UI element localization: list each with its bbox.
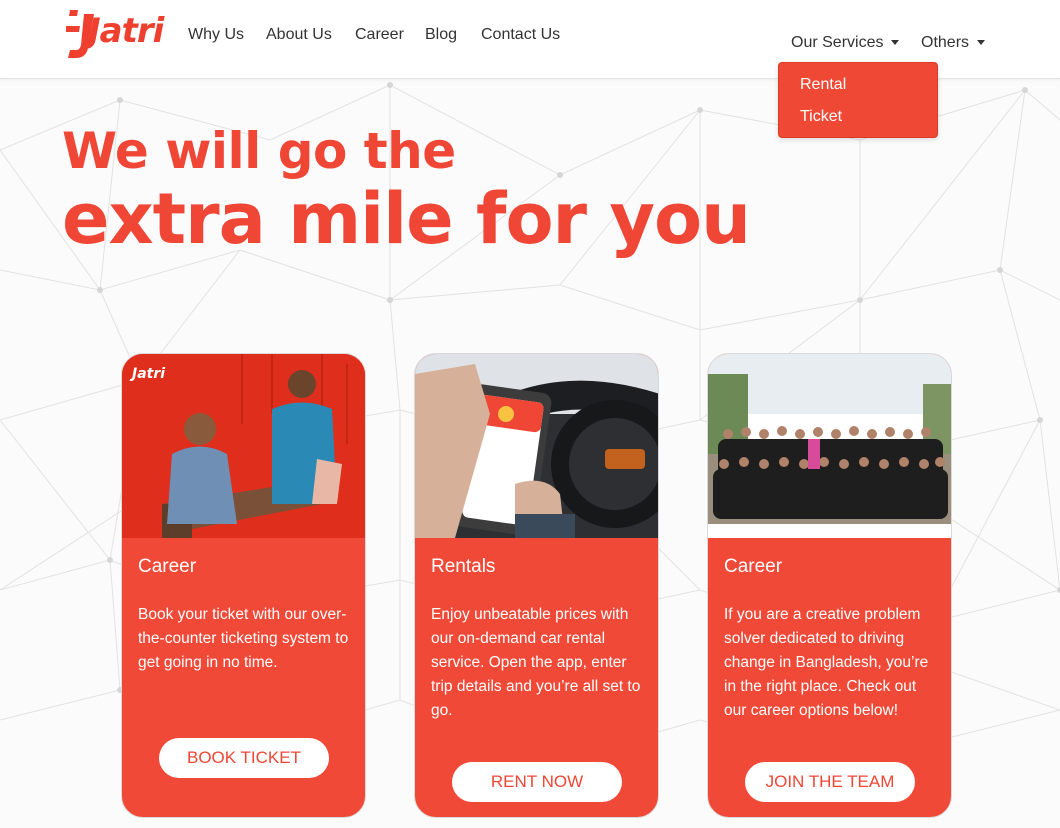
car-rental-app-photo [415,354,658,538]
menu-item-ticket[interactable]: Ticket [800,108,842,126]
card-description: If you are a creative problem solver ded… [724,606,929,719]
nav-others-dropdown[interactable]: Others [921,34,986,52]
menu-item-rental[interactable]: Rental [800,76,846,94]
ticket-counter-photo: Jatri [122,354,365,538]
nav-why-us[interactable]: Why Us [188,26,244,44]
card-description: Book your ticket with our over-the-count… [138,606,349,671]
nav-about-us[interactable]: About Us [266,26,332,44]
rent-now-button[interactable]: Rent Now [452,762,622,802]
nav-career[interactable]: Career [355,26,404,44]
caret-down-icon [977,40,986,46]
card-title: Rentals [431,556,496,577]
caret-down-icon [891,40,900,46]
brand-wordmark[interactable]: Jatri [88,11,164,51]
card-title: Career [138,556,197,577]
card-description: Enjoy unbeatable prices with our on-dema… [431,606,641,719]
hero-headline-line1: We will go the [62,122,456,180]
nav-blog[interactable]: Blog [425,26,457,44]
service-card-rentals: Rentals Enjoy unbeatable prices with our… [414,353,659,818]
nav-contact-us[interactable]: Contact Us [481,26,560,44]
nav-our-services-dropdown[interactable]: Our Services [791,34,900,52]
others-label: Others [921,34,970,51]
service-card-career: Career If you are a creative problem sol… [707,353,952,818]
book-ticket-button[interactable]: Book Ticket [159,738,329,778]
join-the-team-button[interactable]: Join the Team [745,762,915,802]
card-photo-logo-text: Jatri [129,366,165,382]
services-dropdown-menu: Rental Ticket [778,62,938,138]
team-group-photo [708,354,951,538]
our-services-label: Our Services [791,34,884,51]
hero-headline-line2: extra mile for you [62,178,751,260]
service-card-ticket: Jatri Career Book your ticket with our o… [121,353,366,818]
card-title: Career [724,556,783,577]
